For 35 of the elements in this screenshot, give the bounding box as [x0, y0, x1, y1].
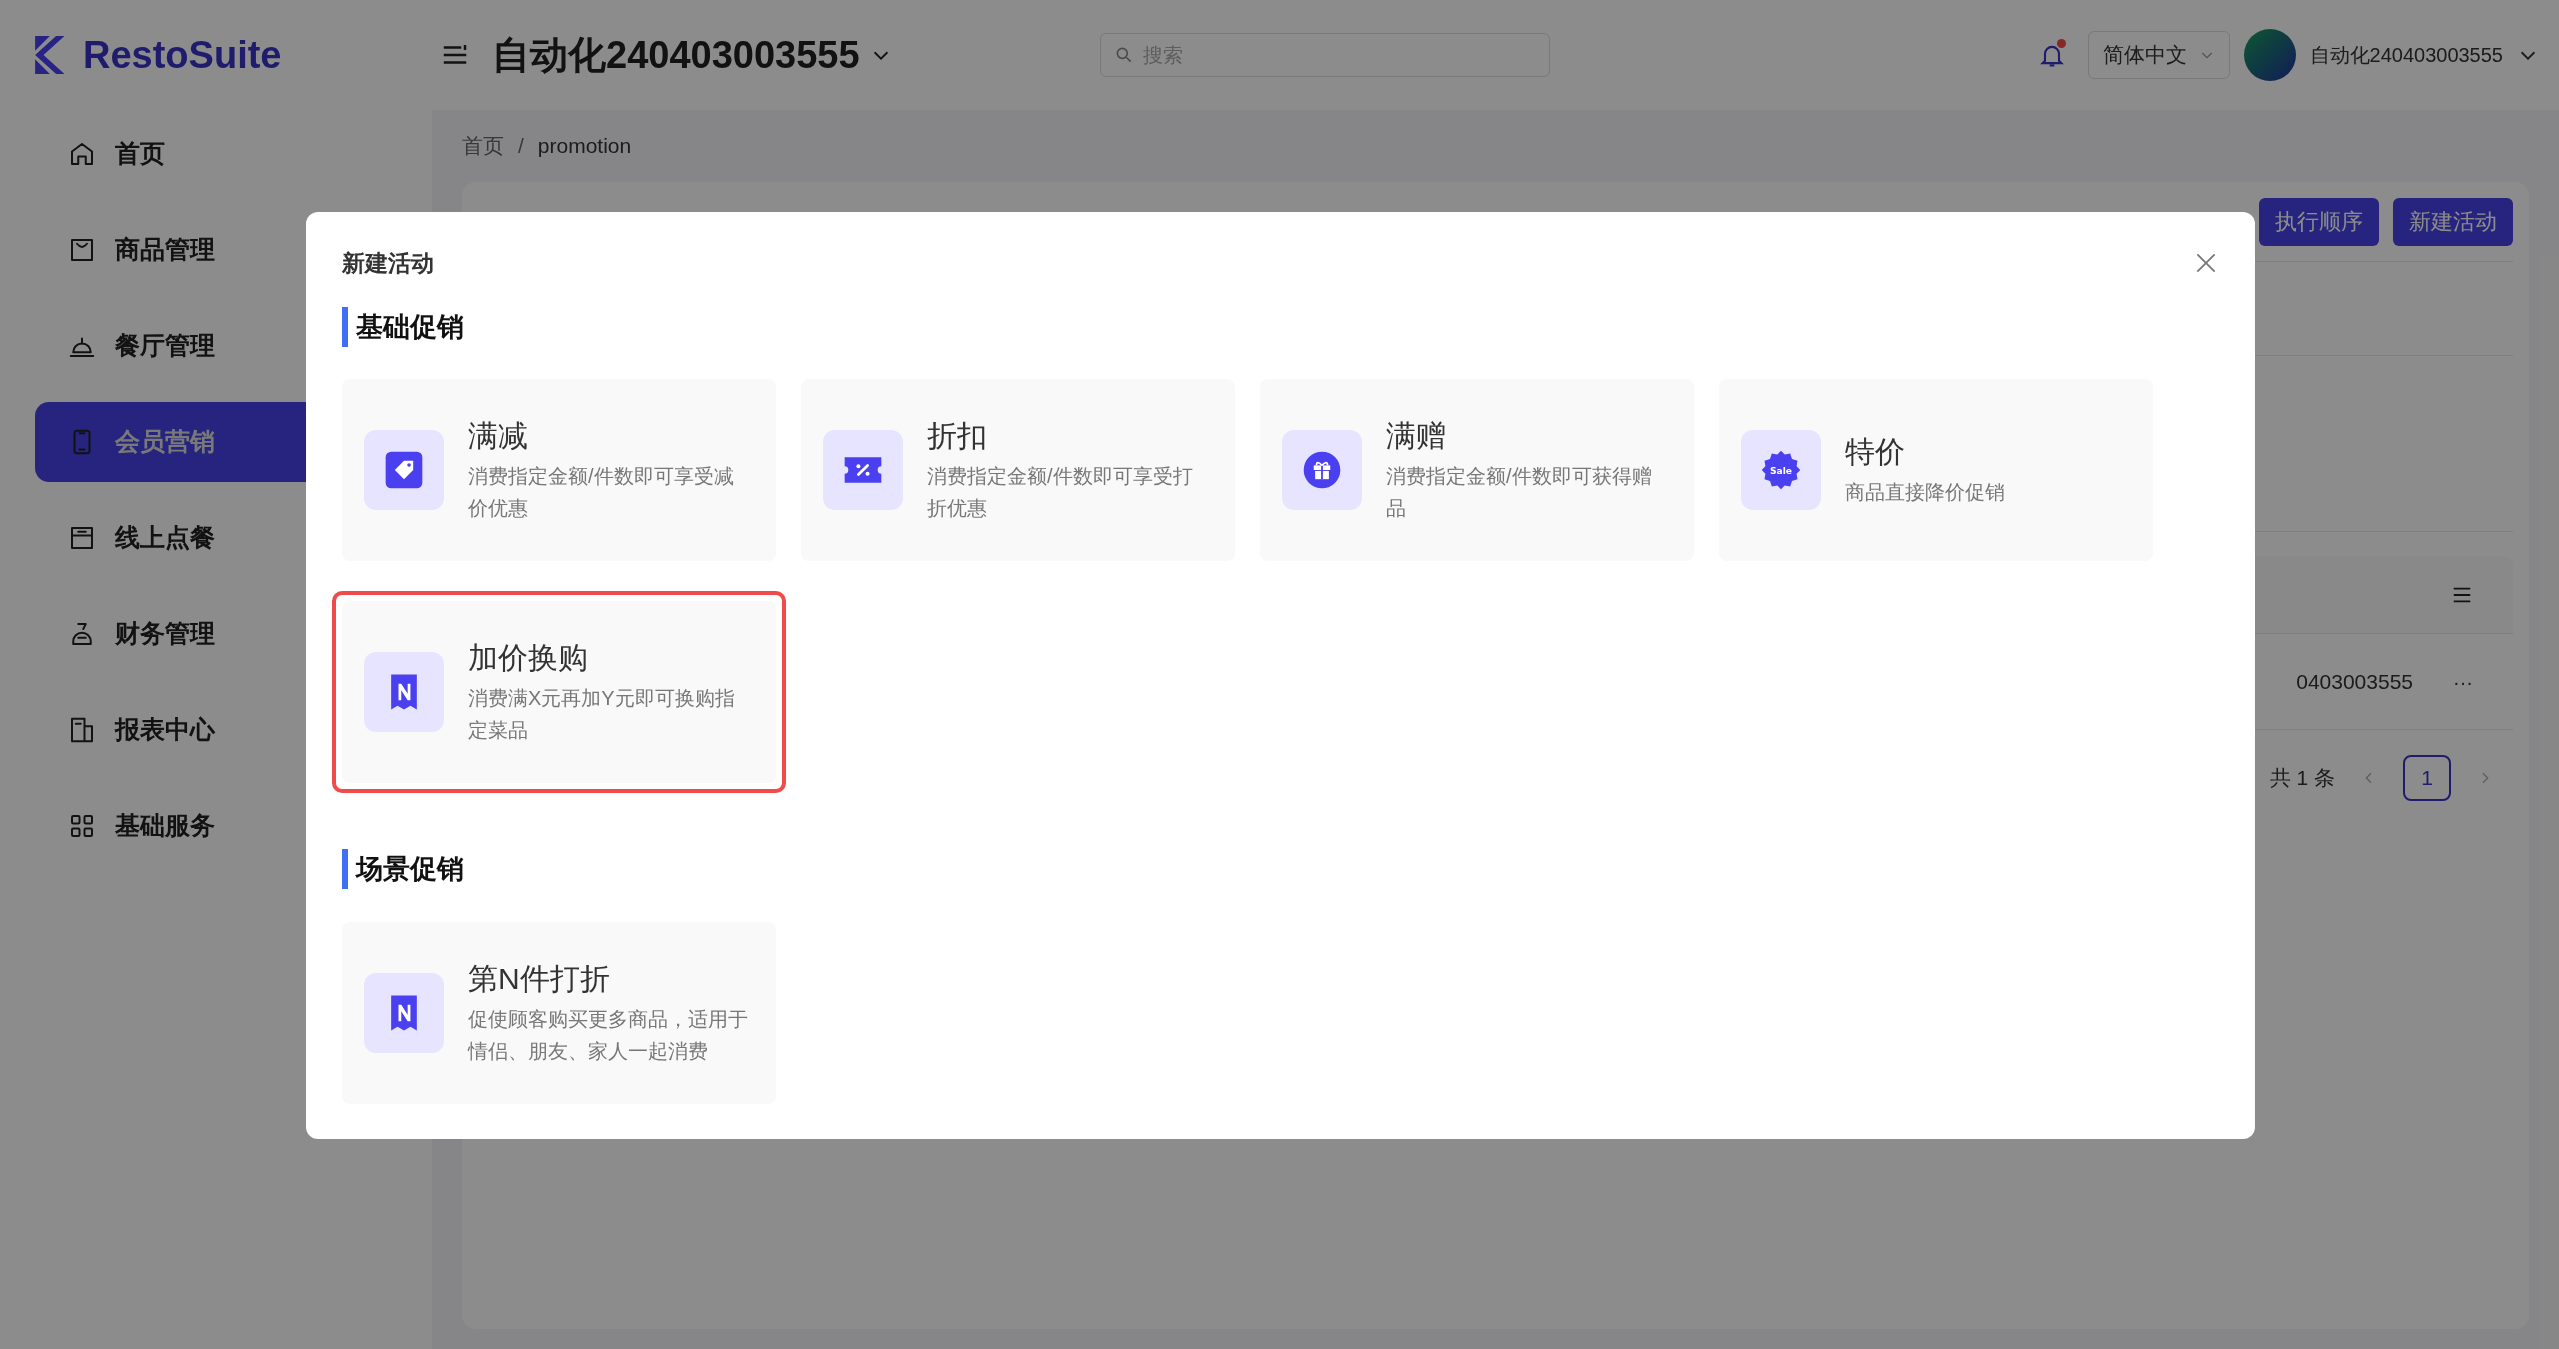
card-title: 加价换购	[468, 640, 589, 676]
toolbar-button[interactable]: 执行顺序	[2259, 197, 2379, 246]
card-title: 折扣	[927, 418, 988, 454]
page-button[interactable]: 1	[2403, 755, 2451, 801]
logo-text: RestoSuite	[83, 32, 282, 78]
card-title: 满减	[468, 418, 529, 454]
section-accent-bar	[342, 849, 348, 890]
section-title: 场景促销	[356, 853, 464, 886]
table-cell-text: 0403003555	[2296, 668, 2413, 695]
sidebar-item[interactable]: 线上点餐	[35, 498, 432, 578]
modal-title: 新建活动	[342, 249, 434, 278]
card-title: 特价	[1845, 434, 1906, 470]
card-title: 满赠	[1386, 418, 1447, 454]
breadcrumb-separator: /	[518, 133, 524, 160]
card-description: 消费满X元再加Y元即可换购指定菜品	[468, 686, 736, 743]
more-actions[interactable]: ···	[2453, 666, 2473, 697]
card-description: 消费指定金额/件数即可享受减价优惠	[468, 464, 735, 521]
toolbar-button[interactable]: 新建活动	[2393, 197, 2513, 246]
card-description: 消费指定金额/件数即可享受打折优惠	[927, 464, 1194, 521]
avatar[interactable]	[2243, 29, 2296, 81]
card-title: 第N件打折	[468, 960, 611, 997]
section-accent-bar	[342, 306, 348, 347]
breadcrumb-link[interactable]: 首页	[462, 130, 504, 162]
section-title: 基础促销	[356, 310, 464, 344]
card-description: 消费指定金额/件数即可获得赠品	[1386, 464, 1653, 521]
language-select[interactable]: 简体中文	[2087, 31, 2230, 79]
sidebar-item[interactable]: 首页	[35, 114, 432, 194]
store-selector[interactable]: 自动化240403003555	[492, 26, 892, 84]
pagination-total: 共 1 条	[2269, 765, 2335, 792]
card-description: 促使顾客购买更多商品，适用于情侣、朋友、家人一起消费	[468, 1006, 749, 1064]
user-name: 自动化240403003555	[2309, 43, 2503, 68]
card-description: 商品直接降价促销	[1845, 480, 2006, 505]
breadcrumb-current: promotion	[537, 133, 632, 160]
promotion-card[interactable]: 加价换购 消费满X元再加Y元即可换购指定菜品	[332, 591, 786, 793]
sale-badge-icon: Sale	[1759, 448, 1803, 492]
